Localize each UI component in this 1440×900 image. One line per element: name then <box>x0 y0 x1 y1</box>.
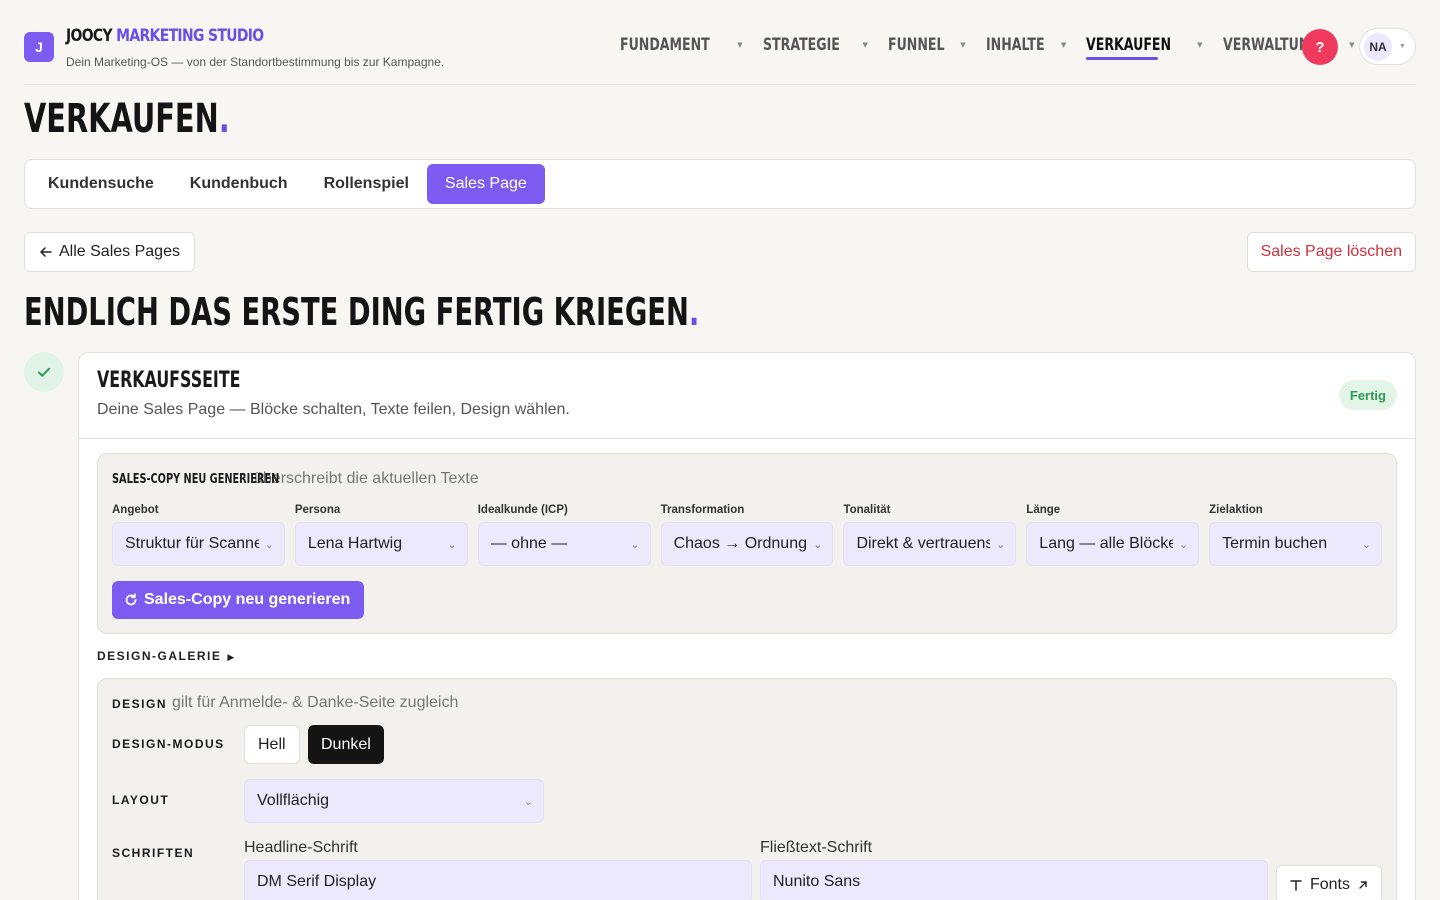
nav-item-funnel[interactable]: FUNNEL ▼ <box>888 32 966 58</box>
fonts-label: SCHRIFTEN <box>112 846 195 860</box>
field-label: Zielaktion <box>1209 504 1263 516</box>
chevron-down-icon: ⌄ <box>523 795 533 808</box>
zielaktion-select[interactable]: Termin buchen ⌄ <box>1209 522 1383 566</box>
card-subtitle: Deine Sales Page — Blöcke schalten, Text… <box>97 401 570 418</box>
field-laenge: Länge Lang — alle Blöcke ⌄ <box>1026 504 1200 566</box>
mode-dunkel-button[interactable]: Dunkel <box>308 725 384 764</box>
brand-name-part2: MARKETING STUDIO <box>116 26 264 46</box>
icp-select[interactable]: — ohne — ⌄ <box>477 522 651 566</box>
caret-down-icon: ▼ <box>1349 41 1355 49</box>
card-title: VERKAUFSSEITE <box>97 368 241 393</box>
field-label: Idealkunde (ICP) <box>477 504 568 516</box>
chevron-down-icon: ⌄ <box>264 538 274 551</box>
tab-kundensuche[interactable]: Kundensuche <box>30 164 172 204</box>
field-zielaktion: Zielaktion Termin buchen ⌄ <box>1209 504 1383 566</box>
tab-rollenspiel[interactable]: Rollenspiel <box>306 164 427 204</box>
caret-down-icon: ▼ <box>1399 43 1406 50</box>
design-gallery-toggle[interactable]: DESIGN-GALERIE ▶ <box>97 649 234 663</box>
brand-name: JOOCY MARKETING STUDIO <box>66 26 264 46</box>
chevron-down-icon: ⌄ <box>1361 538 1372 551</box>
sales-page-card: VERKAUFSSEITE Deine Sales Page — Blöcke … <box>78 352 1416 900</box>
caret-down-icon: ▼ <box>862 41 868 49</box>
caret-down-icon: ▼ <box>737 41 743 49</box>
body-font-label: Fließtext-Schrift <box>760 839 873 856</box>
nav-item-verkaufen[interactable]: VERKAUFEN ▼ <box>1086 32 1203 60</box>
design-panel: DESIGN gilt für Anmelde- & Danke-Seite z… <box>97 678 1397 900</box>
layout-label: LAYOUT <box>112 793 170 807</box>
headline-font-field: Headline-Schrift DM Serif Display <box>244 839 752 900</box>
fonts-button-label: Fonts <box>1309 876 1350 893</box>
fonts-link-button[interactable]: Fonts <box>1275 865 1382 900</box>
arrow-left-icon <box>40 247 52 257</box>
check-icon <box>38 367 50 377</box>
chevron-down-icon: ⌄ <box>630 538 640 551</box>
field-label: Länge <box>1026 504 1061 516</box>
chevron-down-icon: ⌄ <box>1178 538 1189 551</box>
regen-heading: SALES-COPY NEU GENERIEREN überschreibt d… <box>112 470 479 488</box>
field-label: Transformation <box>660 504 745 516</box>
caret-down-icon: ▼ <box>1060 41 1067 49</box>
top-bar: J JOOCY MARKETING STUDIO Dein Marketing-… <box>24 0 1416 85</box>
field-persona: Persona Lena Hartwig ⌄ <box>294 504 468 566</box>
triangle-right-icon: ▶ <box>227 652 235 662</box>
caret-down-icon: ▼ <box>1197 41 1203 49</box>
design-mode-label: DESIGN-MODUS <box>112 737 225 751</box>
design-note: gilt für Anmelde- & Danke-Seite zugleich <box>172 694 459 711</box>
headline-font-input[interactable]: DM Serif Display <box>244 860 752 900</box>
angebot-select[interactable]: Struktur für Scanner ⌄ <box>112 522 285 566</box>
logo[interactable]: J <box>24 32 54 62</box>
delete-sales-page-button[interactable]: Sales Page löschen <box>1246 232 1416 272</box>
nav-item-strategie[interactable]: STRATEGIE ▼ <box>763 32 868 58</box>
field-angebot: Angebot Struktur für Scanner ⌄ <box>112 504 285 566</box>
field-label: Tonalität <box>843 504 891 516</box>
status-badge: Fertig <box>1338 380 1397 410</box>
nav-item-fundament[interactable]: FUNDAMENT ▼ <box>620 32 743 58</box>
design-gallery-label: DESIGN-GALERIE <box>97 649 222 663</box>
chevron-down-icon: ⌄ <box>996 538 1006 551</box>
field-tonalitaet: Tonalität Direkt & vertrauensvoll⌄ <box>843 504 1017 566</box>
field-label: Persona <box>294 504 341 516</box>
step-complete-icon <box>24 352 64 392</box>
external-link-icon <box>1359 881 1367 889</box>
regenerate-copy-panel: SALES-COPY NEU GENERIEREN überschreibt d… <box>97 453 1397 634</box>
chevron-down-icon: ⌄ <box>813 538 823 551</box>
design-heading: DESIGN <box>112 697 168 711</box>
regen-heading-title: SALES-COPY NEU GENERIEREN <box>112 472 280 487</box>
help-button[interactable]: ? <box>1302 29 1338 65</box>
layout-select[interactable]: Vollflächig ⌄ <box>244 779 544 823</box>
brand-tagline: Dein Marketing-OS — von der Standortbest… <box>66 55 445 69</box>
headline-font-label: Headline-Schrift <box>244 839 358 856</box>
body-font-field: Fließtext-Schrift Nunito Sans <box>760 839 1268 900</box>
regen-fields: Angebot Struktur für Scanner ⌄ Persona Le… <box>112 504 1383 566</box>
chevron-down-icon: ⌄ <box>447 538 457 551</box>
mode-hell-button[interactable]: Hell <box>244 725 300 764</box>
body-font-input[interactable]: Nunito Sans <box>760 860 1268 900</box>
field-icp: Idealkunde (ICP) — ohne — ⌄ <box>477 504 651 566</box>
tab-kundenbuch[interactable]: Kundenbuch <box>172 164 306 204</box>
regenerate-button-label: Sales-Copy neu generieren <box>144 591 351 608</box>
transformation-select[interactable]: Chaos → Ordnung ⌄ <box>660 522 834 566</box>
field-label: Angebot <box>112 504 159 516</box>
text-type-icon <box>1290 880 1302 891</box>
page-title: VERKAUFEN. <box>24 96 230 142</box>
brand-name-part1: JOOCY <box>66 26 113 46</box>
refresh-icon <box>125 593 137 606</box>
card-header: VERKAUFSSEITE Deine Sales Page — Blöcke … <box>79 353 1415 439</box>
nav-item-inhalte[interactable]: INHALTE ▼ <box>986 32 1067 58</box>
back-to-sales-pages-button[interactable]: Alle Sales Pages <box>24 232 195 272</box>
caret-down-icon: ▼ <box>960 41 966 49</box>
avatar: NA <box>1364 32 1392 61</box>
back-button-label: Alle Sales Pages <box>59 243 180 260</box>
regen-heading-note: überschreibt die aktuellen Texte <box>254 470 479 487</box>
tonalitaet-select[interactable]: Direkt & vertrauensvoll⌄ <box>843 522 1017 566</box>
section-headline: ENDLICH DAS ERSTE DING FERTIG KRIEGEN. <box>24 290 700 334</box>
field-transformation: Transformation Chaos → Ordnung ⌄ <box>660 504 834 566</box>
persona-select[interactable]: Lena Hartwig ⌄ <box>294 522 468 566</box>
regenerate-copy-button[interactable]: Sales-Copy neu generieren <box>112 581 365 619</box>
main-nav: FUNDAMENT ▼ STRATEGIE ▼ FUNNEL ▼ INHALTE ▼ V… <box>620 32 1375 60</box>
laenge-select[interactable]: Lang — alle Blöcke ⌄ <box>1026 522 1200 566</box>
tab-sales-page[interactable]: Sales Page <box>426 164 545 204</box>
sub-tab-bar: Kundensuche Kundenbuch Rollenspiel Sales… <box>24 159 1416 209</box>
user-menu-button[interactable]: NA ▼ <box>1359 28 1416 65</box>
